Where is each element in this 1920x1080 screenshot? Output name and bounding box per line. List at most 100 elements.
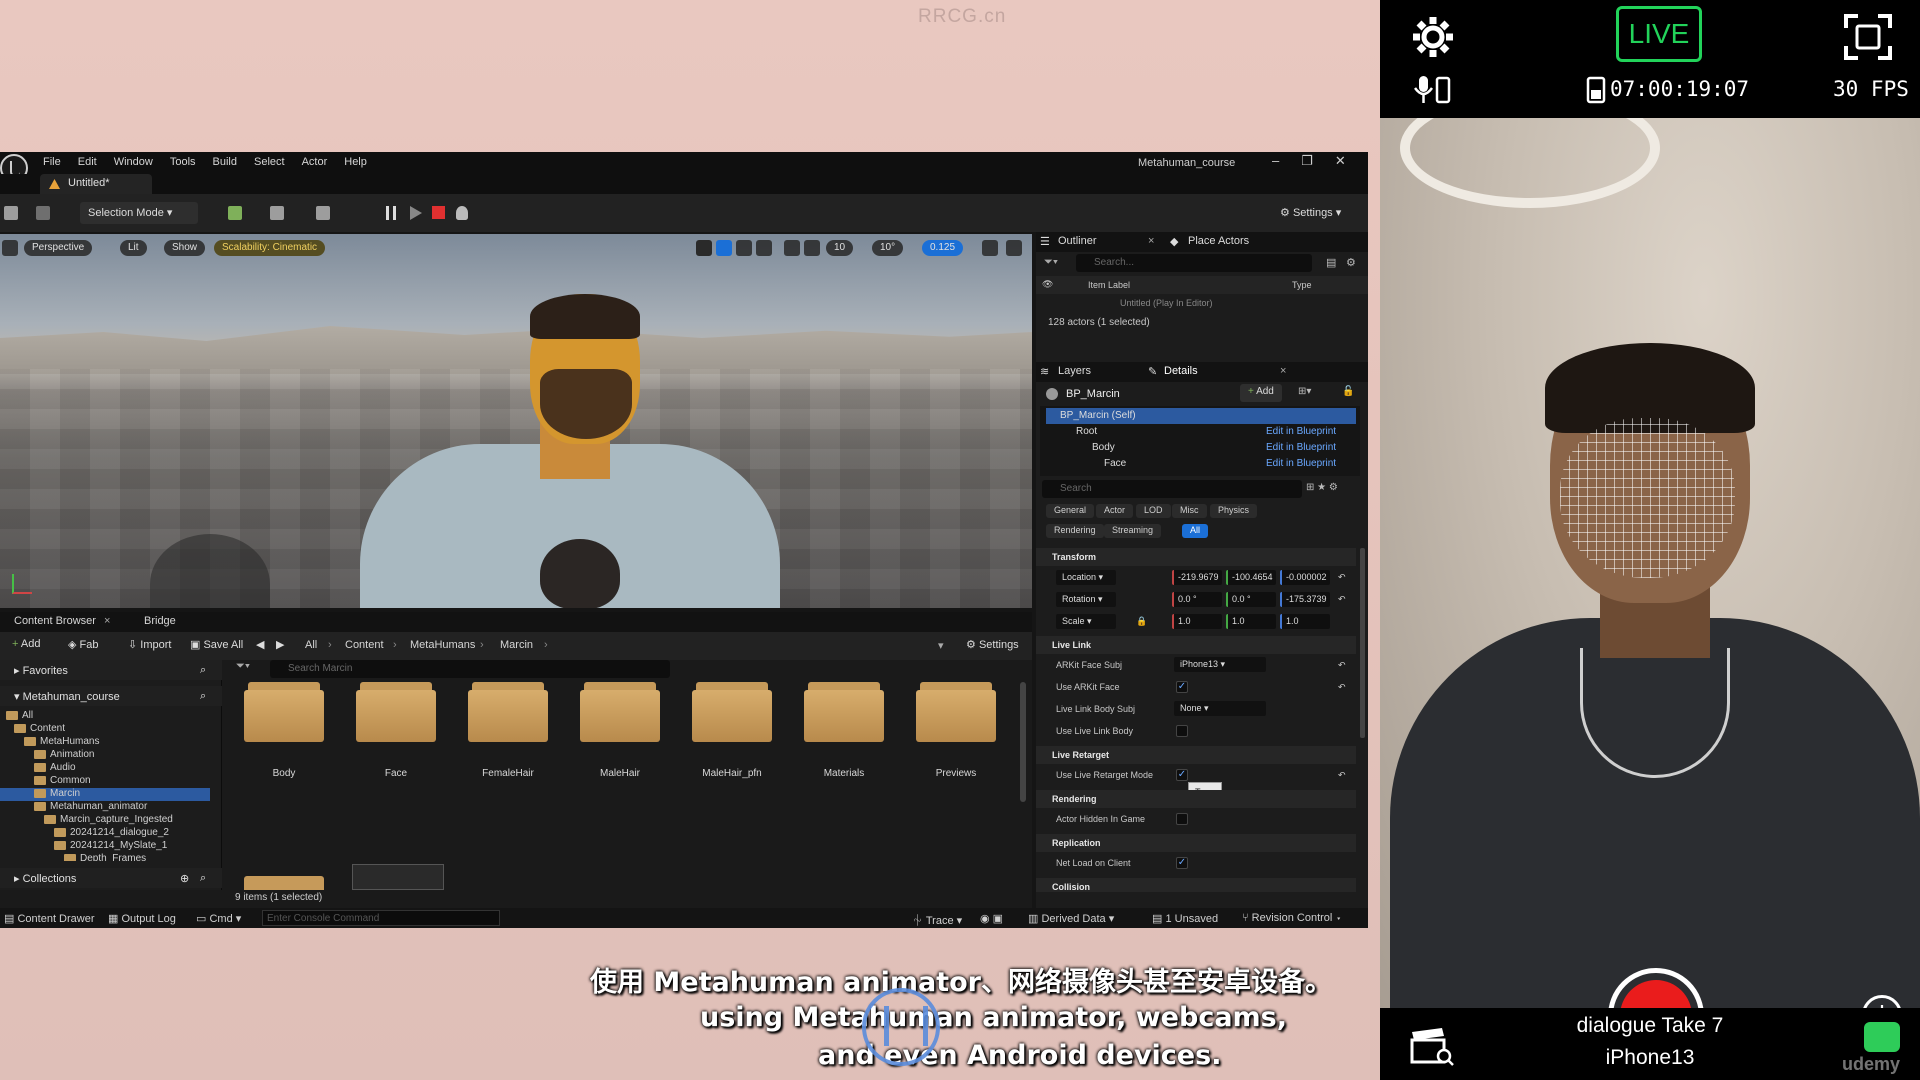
crumb-all[interactable]: All [305,639,317,651]
tree-item-metahuman-animator[interactable]: Metahuman_animator [34,801,147,814]
favorites-section[interactable]: ▸ Favorites ⌕ [0,660,222,680]
net-load-checkbox[interactable]: ✓ [1176,857,1188,869]
face-tracking-status-icon[interactable] [1864,1022,1900,1052]
crumb-marcin[interactable]: Marcin [500,639,533,651]
transform-section[interactable]: Transform [1036,548,1356,566]
level-viewport[interactable]: Perspective Lit Show Scalability: Cinema… [0,234,1032,608]
filter-general[interactable]: General [1046,504,1095,518]
scale-y-field[interactable]: 1.0 [1226,614,1276,629]
bridge-tab[interactable]: Bridge [144,615,176,627]
lit-button[interactable]: Lit [120,240,147,256]
asset-search-input[interactable]: Search Marcin [270,660,670,678]
edit-blueprint-link[interactable]: Edit in Blueprint [1266,426,1336,437]
add-button[interactable]: + Add [12,638,40,650]
details-tab[interactable]: Details [1164,365,1198,377]
grid-snap-value[interactable]: 10 [826,240,854,256]
rotate-tool-icon[interactable] [736,240,752,256]
blueprint-options-icon[interactable]: ⊞▾ [1298,386,1311,397]
folder-body[interactable]: Body [244,682,324,779]
selection-mode-dropdown[interactable]: Selection Mode ▾ [80,202,198,224]
place-actors-tab[interactable]: Place Actors [1188,235,1249,247]
filter-rendering[interactable]: Rendering [1046,524,1104,538]
tree-item-all[interactable]: All [6,710,33,723]
content-browser-tab[interactable]: Content Browser [14,615,96,627]
outliner-filter-icon[interactable]: ⏷▾ [1044,256,1058,269]
outliner-search-input[interactable]: Search... [1076,254,1312,272]
filter-misc[interactable]: Misc [1172,504,1207,518]
folder-materials[interactable]: Materials [804,682,884,779]
rendering-section[interactable]: Rendering [1036,790,1356,808]
filter-physics[interactable]: Physics [1210,504,1258,518]
record-trace-icon[interactable]: ◉ ▣ [980,912,1003,925]
translate-tool-icon[interactable] [716,240,732,256]
scale-tool-icon[interactable] [756,240,772,256]
console-input[interactable]: Enter Console Command [262,910,500,926]
close-button[interactable]: ✕ [1335,153,1346,169]
tab-close-icon[interactable]: × [1280,365,1286,377]
folder-femalehair[interactable]: FemaleHair [468,682,548,779]
menu-help[interactable]: Help [344,156,367,168]
visibility-eye-icon[interactable]: 👁 [1042,279,1053,290]
folder-face[interactable]: Face [356,682,436,779]
save-all-button[interactable]: ▣ Save All [190,638,243,651]
folder-previews[interactable]: Previews [916,682,996,779]
level-tab[interactable]: Untitled* [40,174,152,194]
surface-snap-icon[interactable] [804,240,820,256]
revision-control-dropdown[interactable]: ⑂ Revision Control ▾ [1242,912,1342,924]
filter-streaming[interactable]: Streaming [1104,524,1162,538]
use-arkit-checkbox[interactable]: ✓ [1176,681,1188,693]
derived-data-dropdown[interactable]: ▥ Derived Data ▾ [1028,912,1114,925]
trace-dropdown[interactable]: ⏆ Trace ▾ [912,912,962,928]
stop-icon[interactable] [432,206,445,219]
tree-item-common[interactable]: Common [34,775,91,788]
folder-partial[interactable] [244,876,324,890]
edit-blueprint-link[interactable]: Edit in Blueprint [1266,442,1336,453]
reset-arkit-icon[interactable]: ↶ [1338,660,1346,671]
history-forward-icon[interactable]: ▶ [276,638,284,651]
take-name[interactable]: dialogue Take 7 [1380,1014,1920,1038]
add-folder-icon[interactable]: ▤ [1326,256,1336,269]
rotation-z-field[interactable]: -175.3739 [1280,592,1330,607]
search-icon[interactable]: ⌕ [200,690,206,703]
col-type[interactable]: Type [1292,280,1312,290]
camera-speed-icon[interactable] [982,240,998,256]
unsaved-button[interactable]: ▤ 1 Unsaved [1152,912,1218,925]
history-back-icon[interactable]: ◀ [256,638,264,651]
folder-malehair[interactable]: MaleHair [580,682,660,779]
filter-lod[interactable]: LOD [1136,504,1171,518]
replication-section[interactable]: Replication [1036,834,1356,852]
cb-settings-button[interactable]: ⚙ Settings [966,638,1019,651]
use-body-checkbox[interactable] [1176,725,1188,737]
microphone-icon[interactable] [1414,74,1454,106]
rotation-dropdown[interactable]: Rotation ▾ [1056,592,1116,607]
viewport-menu-icon[interactable] [2,240,18,256]
edit-blueprint-link[interactable]: Edit in Blueprint [1266,458,1336,469]
filter-all[interactable]: All [1182,524,1209,538]
outliner-world-row[interactable]: Untitled (Play In Editor) [1120,298,1213,308]
col-item-label[interactable]: Item Label [1088,280,1130,290]
maximize-button[interactable]: ❐ [1301,153,1313,169]
step-icon[interactable] [410,206,422,220]
tree-item-capture-ingested[interactable]: Marcin_capture_Ingested [44,814,173,827]
outliner-settings-icon[interactable]: ⚙ [1346,256,1356,269]
import-button[interactable]: ⇩ Import [128,638,171,651]
angle-snap-value[interactable]: 10° [872,240,904,256]
lock-icon[interactable]: 🔓 [1342,386,1354,397]
details-grid-icon[interactable]: ⊞ ★ ⚙ [1306,482,1338,493]
reset-use-arkit-icon[interactable]: ↶ [1338,682,1346,693]
browse-icon[interactable] [36,206,50,220]
output-log-button[interactable]: ▦ Output Log [108,912,176,925]
rotation-x-field[interactable]: 0.0 ° [1172,592,1222,607]
scalability-badge[interactable]: Scalability: Cinematic [214,240,326,256]
reset-rotation-icon[interactable]: ↶ [1338,594,1346,605]
add-collection-icon[interactable]: ⊕ [180,872,189,885]
tab-close-icon[interactable]: × [1148,235,1154,247]
fab-button[interactable]: ◈ Fab [68,638,99,651]
fullscreen-icon[interactable] [1844,14,1892,60]
scale-lock-icon[interactable]: 🔒 [1136,616,1147,627]
reset-location-icon[interactable]: ↶ [1338,572,1346,583]
collision-section[interactable]: Collision [1036,878,1356,892]
tree-item-content[interactable]: Content [14,723,65,736]
details-search-input[interactable]: Search [1042,480,1302,498]
search-icon[interactable]: ⌕ [200,872,206,885]
